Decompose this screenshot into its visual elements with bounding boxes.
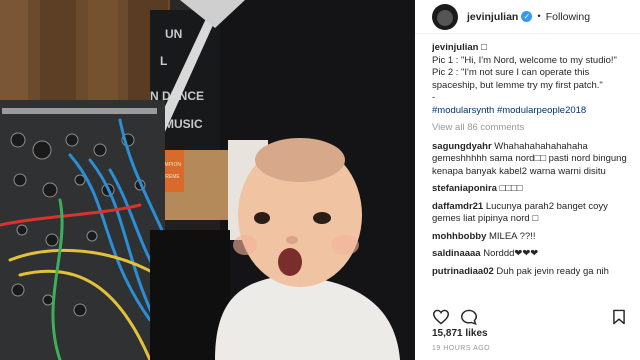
poster-line-1: UN — [165, 27, 182, 41]
instagram-post: UN L N DENCE D MUSIC CHAMPION SUPREME — [0, 0, 640, 360]
comment-text: MILEA ??!! — [489, 230, 536, 242]
caption-line: Pic 2 : "I'm not sure I can operate this… — [432, 67, 603, 91]
caption-hashtags[interactable]: #modularsynth #modularpeople2018 — [432, 105, 630, 118]
comment-username[interactable]: sagungdyahr — [432, 141, 492, 152]
likes-count[interactable]: 15,871 likes — [432, 328, 488, 339]
caption: jevinjulian □ Pic 1 : "Hi, I'm Nord, wel… — [432, 42, 630, 117]
author-username[interactable]: jevinjulian — [467, 11, 518, 23]
comments-list[interactable]: jevinjulian □ Pic 1 : "Hi, I'm Nord, wel… — [432, 42, 630, 310]
action-bar — [432, 309, 630, 326]
post-timestamp: 19 HOURS AGO — [432, 345, 491, 352]
post-photo[interactable]: UN L N DENCE D MUSIC CHAMPION SUPREME — [0, 0, 415, 360]
comment: stefaniaponira □□□□ — [432, 183, 630, 196]
post-header: jevinjulian ✓ • Following — [415, 0, 640, 34]
comment-username[interactable]: saldinaaaa — [432, 248, 481, 259]
avatar[interactable] — [432, 3, 458, 30]
comment: putrinadiaa02 Duh pak jevin ready ga nih — [432, 266, 630, 279]
comment-username[interactable]: putrinadiaa02 — [432, 266, 494, 277]
comment-username[interactable]: stefaniaponira — [432, 183, 497, 194]
comment-text: □□□□ — [499, 183, 523, 194]
heart-icon[interactable] — [432, 309, 450, 325]
caption-line: Pic 1 : "Hi, I'm Nord, welcome to my stu… — [432, 54, 617, 66]
comment-icon[interactable] — [460, 309, 478, 326]
comment: daffamdr21 Lucunya parah2 banget coyy ge… — [432, 201, 630, 226]
comment-username[interactable]: daffamdr21 — [432, 201, 483, 212]
photo-illustration: UN L N DENCE D MUSIC CHAMPION SUPREME — [0, 0, 415, 360]
following-button[interactable]: Following — [546, 11, 590, 23]
poster-line-2: L — [160, 54, 167, 68]
caption-username[interactable]: jevinjulian — [432, 42, 478, 53]
caption-line: - — [432, 92, 436, 103]
comment-text: Duh pak jevin ready ga nih — [496, 265, 609, 277]
comment-text: Norddd❤❤❤ — [483, 248, 539, 259]
post-sidebar: jevinjulian ✓ • Following jevinjulian □ … — [415, 0, 640, 360]
header-separator: • — [537, 11, 541, 22]
comment-username[interactable]: mohhbobby — [432, 231, 486, 242]
comment: mohhbobby MILEA ??!! — [432, 231, 630, 244]
comment: saldinaaaa Norddd❤❤❤ — [432, 248, 630, 261]
comment: sagungdyahr Whahahahahahahaha gemeshhhhh… — [432, 141, 630, 179]
caption-emoji: □ — [481, 42, 487, 53]
bookmark-icon[interactable] — [612, 309, 630, 325]
view-all-comments-link[interactable]: View all 86 comments — [432, 122, 630, 135]
verified-badge-icon: ✓ — [521, 11, 533, 22]
